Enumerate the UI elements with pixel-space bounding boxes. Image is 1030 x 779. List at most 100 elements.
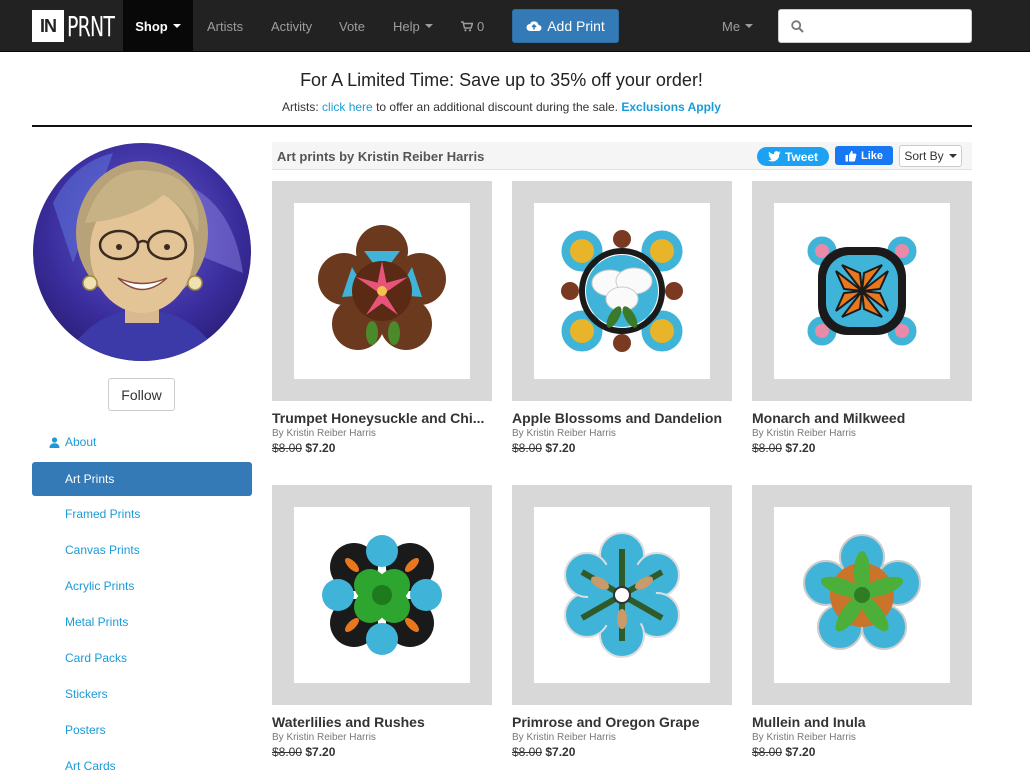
product-artist[interactable]: By Kristin Reiber Harris [272,732,376,743]
cart-icon [461,20,473,31]
search-icon [791,20,804,33]
product-title[interactable]: Trumpet Honeysuckle and Chi... [272,410,492,426]
search-box[interactable] [778,9,972,43]
product-thumbnail[interactable] [512,181,732,401]
original-price: $8.00 [752,441,783,455]
nav-vote[interactable]: Vote [339,0,365,52]
artwork-image [294,203,470,379]
add-print-button[interactable]: Add Print [512,9,619,43]
artwork-image [774,507,950,683]
sidebar-item-label: Art Prints [65,472,115,486]
facebook-like-button[interactable]: Like [835,146,893,165]
product-thumbnail[interactable] [272,485,492,705]
sidebar-item-stickers[interactable]: Stickers [32,677,252,711]
user-icon [49,436,60,448]
nav-artists[interactable]: Artists [207,0,243,52]
sale-price: $7.20 [785,441,816,455]
inprnt-logo[interactable]: IN PRNT [32,9,130,43]
grid-icon [49,474,60,485]
nav-shop[interactable]: Shop [123,0,193,52]
original-price: $8.00 [752,745,783,759]
product-artist[interactable]: By Kristin Reiber Harris [752,428,856,439]
chevron-down-icon [745,24,754,28]
product-thumbnail[interactable] [272,181,492,401]
chevron-down-icon [172,24,181,28]
logo-prnt: PRNT [67,9,115,43]
product-artist[interactable]: By Kristin Reiber Harris [512,732,616,743]
sale-price: $7.20 [305,745,336,759]
sidebar-item-label: Metal Prints [65,615,129,629]
grid-icon [49,761,60,772]
product-price: $8.00 $7.20 [752,745,815,759]
product-title[interactable]: Primrose and Oregon Grape [512,714,732,730]
original-price: $8.00 [272,441,303,455]
like-label: Like [860,149,883,162]
nav-activity[interactable]: Activity [271,0,312,52]
nav-help-label: Help [393,18,420,34]
sidebar-item-about[interactable]: About [32,425,252,459]
grid-icon [49,509,60,520]
product-price: $8.00 $7.20 [272,745,335,759]
sidebar-item-label: Framed Prints [65,507,141,521]
follow-button[interactable]: Follow [108,378,175,411]
divider [32,125,972,127]
artist-avatar [33,143,251,361]
original-price: $8.00 [512,441,543,455]
artwork-image [294,507,470,683]
sale-price: $7.20 [305,441,336,455]
original-price: $8.00 [272,745,303,759]
nav-cart[interactable]: 0 [461,0,484,52]
product-artist[interactable]: By Kristin Reiber Harris [512,428,616,439]
add-print-label: Add Print [547,18,605,34]
top-navbar: IN PRNT Shop Artists Activity Vote Help … [0,0,1030,52]
product-title[interactable]: Monarch and Milkweed [752,410,972,426]
product-thumbnail[interactable] [752,181,972,401]
nav-shop-label: Shop [135,18,168,34]
click-here-link[interactable]: click here [322,100,373,114]
grid-icon [49,653,60,664]
sidebar-item-label: Acrylic Prints [65,579,135,593]
product-price: $8.00 $7.20 [752,441,815,455]
sidebar-item-label: Stickers [65,687,108,701]
sidebar-item-framed-prints[interactable]: Framed Prints [32,497,252,531]
sidebar-item-metal-prints[interactable]: Metal Prints [32,605,252,639]
product-title[interactable]: Waterlilies and Rushes [272,714,492,730]
sidebar-item-art-cards[interactable]: Art Cards [32,749,252,779]
logo-in: IN [32,10,64,42]
sale-banner-subtitle: Artists: click here to offer an addition… [0,100,1003,114]
product-thumbnail[interactable] [752,485,972,705]
nav-me-label: Me [722,18,741,34]
grid-icon [49,689,60,700]
tweet-label: Tweet [784,149,819,164]
nav-me[interactable]: Me [722,0,754,52]
sidebar-item-label: Art Cards [65,759,116,773]
product-title[interactable]: Mullein and Inula [752,714,972,730]
sidebar-item-label: About [65,435,97,449]
sidebar-item-label: Posters [65,723,106,737]
sidebar-item-label: Card Packs [65,651,128,665]
sort-by-dropdown[interactable]: Sort By [899,145,962,167]
sidebar-item-posters[interactable]: Posters [32,713,252,747]
product-title[interactable]: Apple Blossoms and Dandelion [512,410,732,426]
sidebar-item-card-packs[interactable]: Card Packs [32,641,252,675]
search-input[interactable] [809,10,969,42]
sidebar-item-canvas-prints[interactable]: Canvas Prints [32,533,252,567]
tweet-button[interactable]: Tweet [757,147,829,166]
sidebar-item-acrylic-prints[interactable]: Acrylic Prints [32,569,252,603]
grid-icon [49,725,60,736]
product-thumbnail[interactable] [512,485,732,705]
artwork-image [534,203,710,379]
product-artist[interactable]: By Kristin Reiber Harris [752,732,856,743]
product-artist[interactable]: By Kristin Reiber Harris [272,428,376,439]
gallery-header: Art prints by Kristin Reiber Harris Twee… [272,142,972,170]
cloud-upload-icon [526,21,542,31]
exclusions-link[interactable]: Exclusions Apply [621,100,721,114]
cart-count: 0 [477,18,485,34]
thumbs-up-icon [845,150,857,161]
nav-help[interactable]: Help [393,0,433,52]
artwork-image [774,203,950,379]
sidebar-item-art-prints[interactable]: Art Prints [32,462,252,496]
grid-icon [49,545,60,556]
product-price: $8.00 $7.20 [512,441,575,455]
twitter-icon [767,151,781,162]
